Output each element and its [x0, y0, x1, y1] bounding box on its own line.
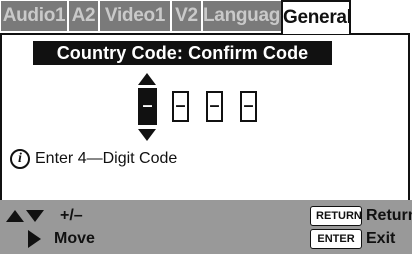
- tab-audio1[interactable]: Audio1: [1, 1, 67, 31]
- info-message: i Enter 4—Digit Code: [10, 147, 177, 171]
- adjust-label: +/–: [60, 207, 83, 224]
- info-icon: i: [10, 149, 30, 169]
- dvd-setup-screen: Audio1 A2 Video1 V2 Language General Cou…: [0, 0, 412, 254]
- tab-general[interactable]: General: [281, 0, 352, 34]
- down-triangle-icon: [26, 210, 44, 222]
- code-digit-3[interactable]: –: [206, 91, 223, 122]
- code-digit-4[interactable]: –: [240, 91, 257, 122]
- general-settings-panel: Country Code: Confirm Code Number – – – …: [0, 33, 410, 200]
- right-triangle-icon: [28, 230, 41, 248]
- footer-adjust-hint: +/–: [6, 204, 83, 228]
- info-text: Enter 4—Digit Code: [35, 150, 178, 167]
- tab-v2[interactable]: V2: [172, 1, 201, 31]
- tab-video1[interactable]: Video1: [100, 1, 170, 31]
- tab-a2[interactable]: A2: [69, 1, 98, 31]
- return-key-button[interactable]: RETURN: [310, 206, 362, 226]
- down-arrow-icon[interactable]: [138, 129, 156, 141]
- panel-title: Country Code: Confirm Code Number: [33, 41, 332, 87]
- move-label: Move: [54, 230, 95, 247]
- tab-language[interactable]: Language: [203, 1, 291, 31]
- enter-key-button[interactable]: ENTER: [310, 229, 362, 249]
- code-digit-2[interactable]: –: [172, 91, 189, 122]
- up-arrow-icon[interactable]: [138, 73, 156, 85]
- code-digit-1[interactable]: –: [138, 88, 157, 125]
- menu-tabs: Audio1 A2 Video1 V2 Language General: [0, 0, 412, 34]
- return-label: Return: [366, 207, 412, 224]
- footer-help-bar: +/– Move RETURN Return ENTER Exit: [0, 200, 412, 254]
- footer-move-hint: Move: [6, 227, 95, 251]
- up-triangle-icon: [6, 210, 24, 222]
- exit-label: Exit: [366, 230, 396, 247]
